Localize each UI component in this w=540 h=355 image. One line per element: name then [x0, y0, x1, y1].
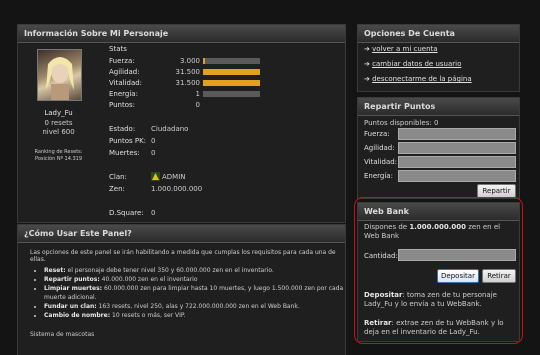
point-field-label: Energía: [364, 172, 393, 180]
stat-bar-fill [203, 69, 260, 75]
stat-bar [203, 69, 260, 75]
zen-value: 1.000.000.000 [151, 185, 203, 193]
help-list-item: Cambio de nombre: 10 resets o más, ser V… [44, 311, 349, 320]
character-portrait-icon [46, 57, 74, 100]
deposit-help: Depositar: toma zen de tu personaje Lady… [364, 291, 516, 309]
stat-label: Agilidad: [109, 68, 140, 76]
account-link[interactable]: desconectarme de la página [372, 75, 472, 83]
stat-bar-fill [203, 80, 260, 86]
stat-bar [203, 91, 260, 97]
clan-value: ADMIN [162, 173, 186, 181]
account-panel-title: Opciones De Cuenta [358, 25, 519, 43]
bank-balance: Dispones de 1.000.000.000 zen en el Web … [364, 223, 516, 241]
point-field-label: Agilidad: [364, 144, 395, 152]
character-resets: 0 resets [44, 119, 73, 127]
zen-label: Zen: [109, 185, 125, 193]
arrow-right-icon: ➔ [364, 75, 373, 83]
character-level: nivel 600 [42, 128, 75, 136]
account-link[interactable]: cambiar datos de usuario [372, 60, 461, 68]
help-item-title: Limpiar muertes: [44, 285, 103, 292]
character-panel: Información Sobre Mi Personaje Lady_Fu 0… [17, 24, 346, 223]
help-item-title: Fundar un clan: [44, 303, 97, 310]
help-footer: Sistema de mascotas [30, 331, 95, 338]
account-link-row[interactable]: ➔ desconectarme de la página [364, 75, 472, 83]
cantidad-input[interactable] [398, 249, 516, 261]
point-field-input[interactable] [398, 156, 516, 168]
help-item-title: Reset: [44, 267, 66, 274]
help-list-item: Fundar un clan: 163 resets, nivel 250, a… [44, 302, 349, 311]
stat-label: Puntos: [109, 101, 136, 109]
dsquare-label: D.Square: [109, 209, 144, 217]
stat-label: Energía: [109, 90, 138, 98]
arrow-right-icon: ➔ [364, 60, 373, 68]
bank-panel: Web Bank Dispones de 1.000.000.000 zen e… [357, 202, 520, 342]
points-available: Puntos disponibles: 0 [364, 119, 438, 127]
help-item-text: 163 resets, nivel 250, alas y 722.000.00… [96, 303, 300, 310]
account-panel: Opciones De Cuenta ➔ volver a mi cuenta ➔… [357, 24, 520, 92]
help-list-item: Reset: el personaje debe tener nivel 350… [44, 266, 349, 275]
account-link[interactable]: volver a mi cuenta [372, 45, 438, 53]
pk-label: Puntos PK: [109, 137, 147, 145]
help-list: Reset: el personaje debe tener nivel 350… [30, 266, 349, 320]
repartir-button[interactable]: Repartir [477, 184, 516, 198]
bank-balance-pre: Dispones de [364, 223, 410, 231]
account-link-row[interactable]: ➔ cambiar datos de usuario [364, 60, 461, 68]
bank-balance-amount: 1.000.000.000 [409, 223, 466, 231]
help-item-text: 40.000.000 zen en el inventario [99, 276, 198, 283]
help-intro: Las opciones de este panel se irán habil… [30, 249, 336, 263]
stat-value: 0 [195, 101, 200, 109]
point-field-input[interactable] [398, 142, 516, 154]
stat-value: 31.500 [175, 79, 201, 87]
help-item-title: Cambio de nombre: [44, 312, 111, 319]
cantidad-label: Cantidad: [364, 252, 398, 260]
muertes-value: 0 [151, 149, 156, 157]
depositar-button[interactable]: Depositar [437, 269, 479, 283]
character-name: Lady_Fu [44, 109, 73, 117]
help-item-title: Repartir puntos: [44, 276, 100, 283]
stat-value: 1 [195, 90, 200, 98]
bank-panel-title: Web Bank [358, 203, 519, 221]
arrow-right-icon: ➔ [364, 45, 373, 53]
retirar-button[interactable]: Retirar [482, 269, 516, 283]
clan-label: Clan: [109, 173, 127, 181]
help-panel-title: ¿Cómo Usar Este Panel? [18, 225, 345, 243]
estado-value: Ciudadano [151, 125, 189, 133]
help-item-text: el personaje debe tener nivel 350 y 60.0… [65, 267, 274, 274]
withdraw-help-term: Retirar [364, 319, 392, 327]
clan-emblem-icon [151, 172, 160, 181]
points-available-label: Puntos disponibles: [364, 119, 432, 127]
help-list-item: Limpiar muertes: 60.000.000 zen para lim… [44, 284, 349, 302]
ranking-position: Posición Nº 14.319 [34, 156, 83, 162]
point-field-label: Fuerza: [364, 130, 390, 138]
account-link-row[interactable]: ➔ volver a mi cuenta [364, 45, 438, 53]
muertes-label: Muertes: [109, 149, 140, 157]
ranking-label: Ranking de Resets: [34, 149, 83, 155]
estado-label: Estado: [109, 125, 136, 133]
points-panel: Repartir Puntos Puntos disponibles: 0 Fu… [357, 97, 520, 199]
stats-title: Stats [109, 45, 127, 53]
dsquare-value: 0 [151, 209, 156, 217]
character-panel-title: Información Sobre Mi Personaje [18, 25, 345, 43]
help-list-item: Repartir puntos: 40.000.000 zen en el in… [44, 275, 349, 284]
stat-bar [203, 58, 260, 64]
points-available-value: 0 [433, 119, 439, 127]
pk-value: 0 [151, 137, 156, 145]
stat-label: Fuerza: [109, 57, 135, 65]
avatar [37, 49, 82, 101]
stat-label: Vitalidad: [109, 79, 143, 87]
point-field-input[interactable] [398, 128, 516, 140]
stat-bar [203, 80, 260, 86]
deposit-help-term: Depositar [364, 291, 403, 299]
stat-value: 3.000 [179, 57, 200, 65]
points-panel-title: Repartir Puntos [358, 98, 519, 116]
point-field-label: Vitalidad: [364, 158, 398, 166]
stat-bar-fill [203, 58, 205, 64]
point-field-input[interactable] [398, 170, 516, 182]
help-panel: ¿Cómo Usar Este Panel? Las opciones de e… [17, 224, 346, 355]
withdraw-help: Retirar: extrae zen de tu WebBank y lo d… [364, 319, 516, 337]
help-item-text: 10 resets o más, ser VIP. [110, 312, 186, 319]
stat-value: 31.500 [175, 68, 201, 76]
